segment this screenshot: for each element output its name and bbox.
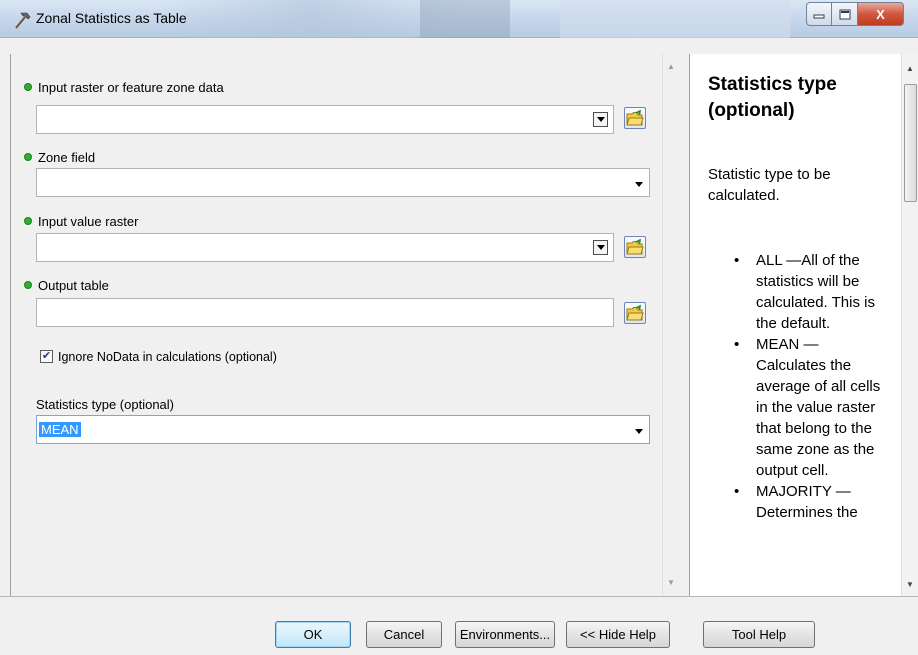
zone-field-dropdown[interactable] bbox=[36, 168, 650, 197]
scroll-thumb[interactable] bbox=[904, 84, 917, 202]
dropdown-arrow-button[interactable] bbox=[593, 240, 608, 255]
ignore-nodata-checkbox[interactable]: ✔ bbox=[40, 350, 53, 363]
ignore-nodata-label[interactable]: Ignore NoData in calculations (optional) bbox=[58, 350, 277, 364]
help-list: ALL —All of the statistics will be calcu… bbox=[734, 250, 890, 523]
input-zone-browse-button[interactable] bbox=[624, 107, 646, 129]
hammer-icon bbox=[12, 10, 32, 30]
chevron-down-icon bbox=[596, 245, 605, 250]
chevron-down-icon bbox=[635, 429, 643, 434]
scroll-up-icon[interactable]: ▲ bbox=[906, 64, 914, 73]
maximize-button[interactable] bbox=[832, 2, 858, 26]
chevron-down-icon bbox=[635, 182, 643, 187]
help-list-item: ALL —All of the statistics will be calcu… bbox=[734, 250, 890, 334]
help-list-item: MEAN — Calculates the average of all cel… bbox=[734, 334, 890, 481]
help-scrollbar[interactable]: ▲ ▼ bbox=[901, 54, 918, 596]
output-table-browse-button[interactable] bbox=[624, 302, 646, 324]
tool-help-button[interactable]: Tool Help bbox=[703, 621, 815, 648]
help-panel: Statistics type (optional) Statistic typ… bbox=[689, 54, 901, 596]
statistics-type-dropdown[interactable]: MEAN bbox=[36, 415, 650, 444]
required-dot-icon bbox=[24, 217, 32, 225]
close-icon: X bbox=[876, 6, 885, 22]
output-table-label: Output table bbox=[24, 278, 109, 293]
form-scrollbar[interactable]: ▲ ▼ bbox=[662, 54, 682, 596]
scroll-down-icon[interactable]: ▼ bbox=[667, 578, 675, 587]
input-value-dropdown[interactable] bbox=[36, 233, 614, 262]
open-folder-icon bbox=[626, 305, 644, 321]
required-dot-icon bbox=[24, 83, 32, 91]
output-table-input[interactable] bbox=[36, 298, 614, 327]
help-list-item: MAJORITY — Determines the bbox=[734, 481, 890, 523]
statistics-type-value: MEAN bbox=[39, 422, 81, 437]
help-description: Statistic type to be calculated. bbox=[708, 166, 831, 204]
scroll-down-icon[interactable]: ▼ bbox=[906, 580, 914, 589]
button-bar: OK Cancel Environments... << Hide Help T… bbox=[0, 596, 918, 655]
hide-help-button[interactable]: << Hide Help bbox=[566, 621, 670, 648]
ok-button[interactable]: OK bbox=[275, 621, 351, 648]
title-bar-background bbox=[160, 0, 460, 38]
help-title: Statistics type (optional) bbox=[708, 74, 837, 121]
environments-button[interactable]: Environments... bbox=[455, 621, 555, 648]
required-dot-icon bbox=[24, 281, 32, 289]
input-value-label: Input value raster bbox=[24, 214, 138, 229]
window-controls: X bbox=[806, 2, 904, 26]
maximize-icon bbox=[839, 9, 850, 19]
chevron-down-icon bbox=[596, 117, 605, 122]
cancel-button[interactable]: Cancel bbox=[366, 621, 442, 648]
window-title: Zonal Statistics as Table bbox=[36, 10, 187, 26]
minimize-icon bbox=[813, 14, 825, 19]
statistics-type-label: Statistics type (optional) bbox=[36, 397, 175, 412]
zone-field-label: Zone field bbox=[24, 150, 95, 165]
dialog-window: Zonal Statistics as Table X Input raster… bbox=[0, 0, 918, 655]
open-folder-icon bbox=[626, 239, 644, 255]
scroll-up-icon[interactable]: ▲ bbox=[667, 62, 675, 71]
checkmark-icon: ✔ bbox=[41, 350, 52, 362]
title-bar-background bbox=[420, 0, 510, 38]
required-dot-icon bbox=[24, 153, 32, 161]
input-zone-dropdown[interactable] bbox=[36, 105, 614, 134]
close-button[interactable]: X bbox=[858, 2, 904, 26]
input-zone-label: Input raster or feature zone data bbox=[24, 80, 224, 95]
dropdown-arrow-button[interactable] bbox=[593, 112, 608, 127]
title-bar-background bbox=[560, 0, 790, 38]
open-folder-icon bbox=[626, 110, 644, 126]
title-bar[interactable]: Zonal Statistics as Table X bbox=[0, 0, 918, 38]
input-value-browse-button[interactable] bbox=[624, 236, 646, 258]
minimize-button[interactable] bbox=[806, 2, 832, 26]
